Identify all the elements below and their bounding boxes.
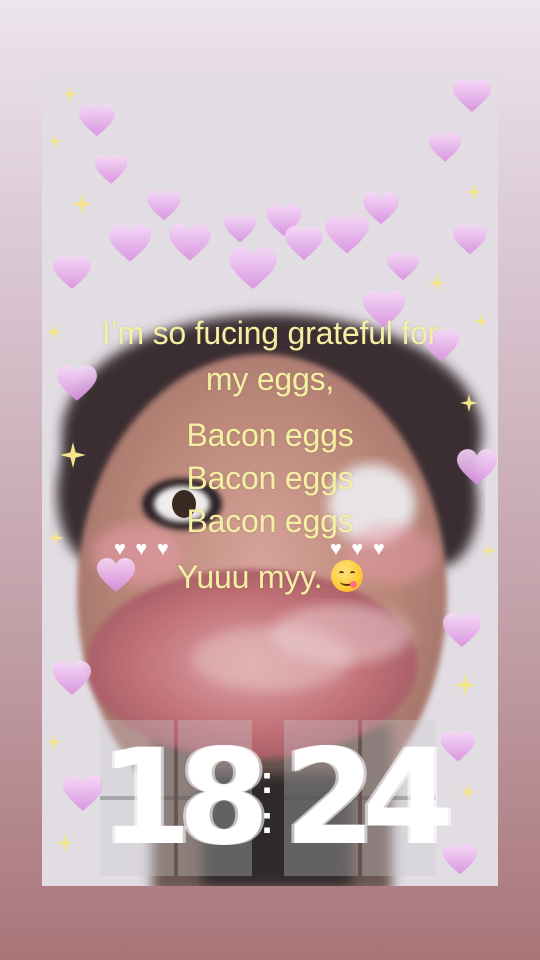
caption-line-6-text: Yuuu myy. [177,559,323,595]
yum-face-icon [330,560,363,592]
clock-colon: :: [260,758,274,842]
flip-clock-sticker: 1 8 :: 2 4 [90,720,454,880]
caption-line-2: my eggs, [205,361,335,397]
caption-line-6: Yuuu myy. [0,556,540,598]
caption-line-3: Bacon eggs [186,417,354,453]
caption-line-4: Bacon eggs [186,460,354,496]
clock-hour-tens: 1 [100,721,192,875]
clock-minute-tens: 2 [284,721,376,875]
caption-line-5: Bacon eggs [186,503,354,539]
clock-hour-ones: 8 [178,721,270,875]
clock-minute-ones: 4 [362,721,454,875]
caption-line-1: I’m so fucing grateful for [101,315,439,351]
